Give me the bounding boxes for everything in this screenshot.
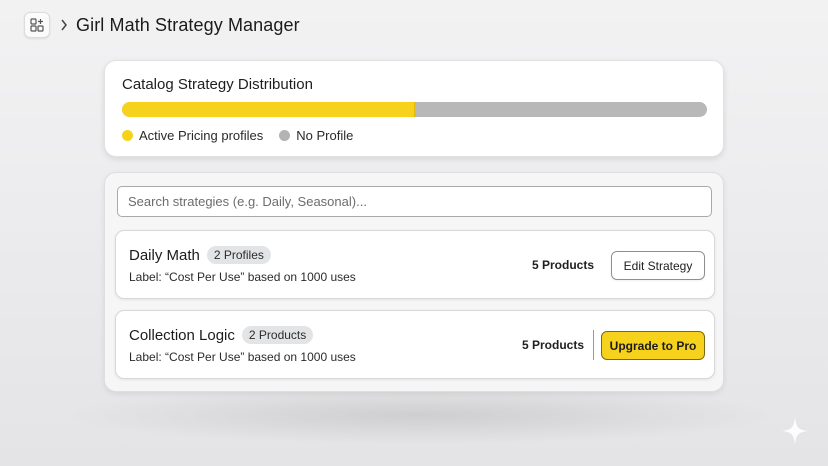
strategy-name: Daily Math	[129, 246, 200, 264]
distribution-card: Catalog Strategy Distribution Active Pri…	[104, 60, 724, 157]
products-badge: 2 Products	[241, 326, 314, 344]
chevron-right-icon	[60, 19, 68, 31]
strategy-row-daily-math[interactable]: Daily Math 2 Profiles Label: “Cost Per U…	[115, 230, 715, 299]
strategy-name-row: Collection Logic 2 Products	[129, 326, 314, 344]
upgrade-to-pro-button[interactable]: Upgrade to Pro	[601, 331, 705, 360]
product-count: 5 Products	[521, 338, 584, 352]
strategy-name: Collection Logic	[129, 326, 235, 344]
distribution-legend: Active Pricing profiles No Profile	[122, 128, 369, 143]
top-bar: Girl Math Strategy Manager	[24, 11, 300, 39]
row-divider	[593, 330, 594, 360]
floor-shadow	[60, 385, 780, 445]
edit-strategy-button[interactable]: Edit Strategy	[611, 251, 705, 280]
strategy-label: Label: “Cost Per Use” based on 1000 uses	[129, 350, 356, 364]
page-title: Girl Math Strategy Manager	[76, 14, 300, 35]
legend-dot-active	[122, 130, 133, 141]
legend-label-active: Active Pricing profiles	[139, 128, 264, 143]
strategy-name-row: Daily Math 2 Profiles	[129, 246, 271, 264]
strategy-label: Label: “Cost Per Use” based on 1000 uses	[129, 270, 356, 284]
strategy-row-collection-logic[interactable]: Collection Logic 2 Products Label: “Cost…	[115, 310, 715, 379]
distribution-title: Catalog Strategy Distribution	[122, 76, 313, 93]
sparkle-icon	[781, 416, 809, 451]
legend-label-no-profile: No Profile	[296, 128, 354, 143]
strategies-panel: Daily Math 2 Profiles Label: “Cost Per U…	[104, 172, 724, 392]
legend-item-active: Active Pricing profiles	[122, 128, 263, 143]
legend-item-no-profile: No Profile	[279, 128, 353, 143]
distribution-bar	[122, 102, 707, 117]
legend-dot-no-profile	[279, 130, 291, 141]
grid-plus-icon[interactable]	[24, 12, 50, 38]
profiles-badge: 2 Profiles	[206, 246, 271, 264]
product-count: 5 Products	[531, 258, 594, 272]
search-input[interactable]	[117, 186, 712, 217]
distribution-bar-fill-active	[122, 102, 415, 117]
